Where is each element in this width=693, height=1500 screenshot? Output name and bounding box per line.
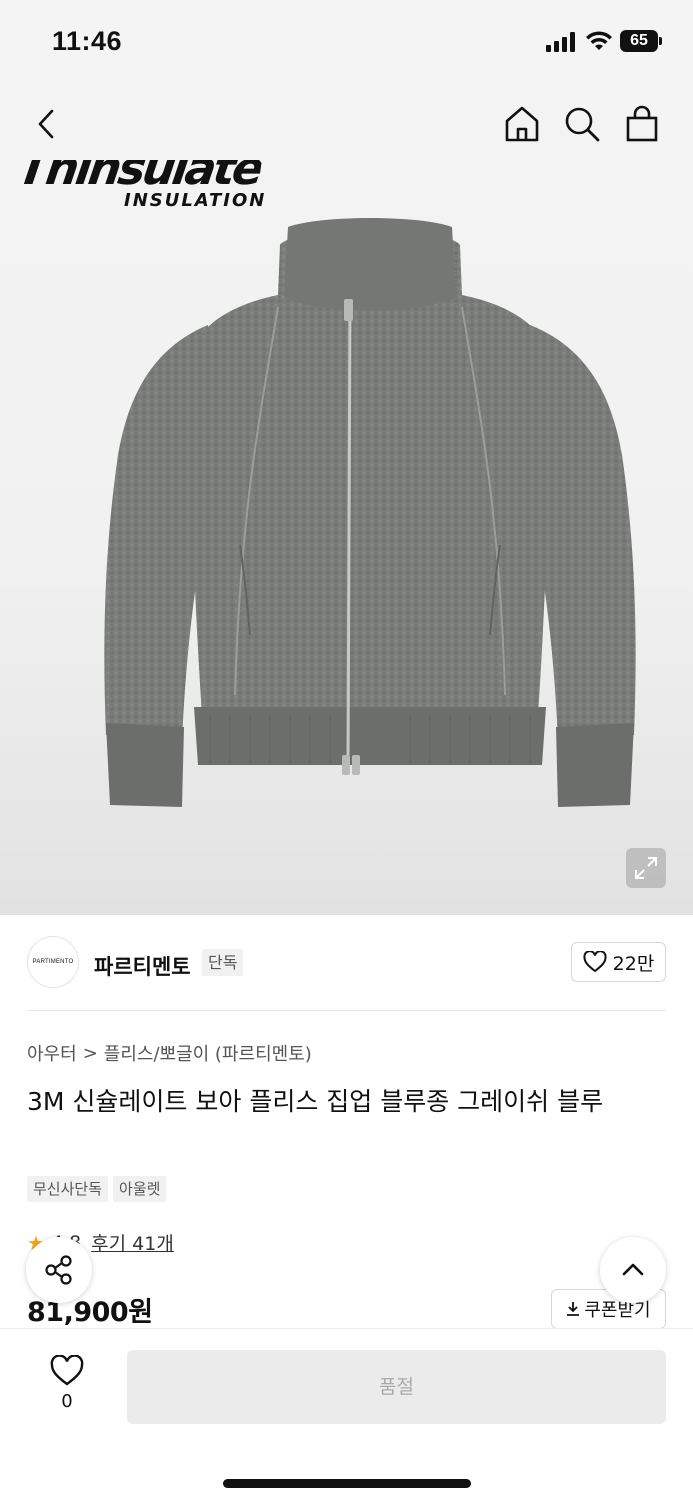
tag-row: 무신사단독 아울렛: [27, 1176, 167, 1202]
thinsulate-logo: Thinsulate: [14, 141, 265, 195]
product-photo-jacket: [104, 218, 636, 807]
battery-icon: 65: [620, 30, 658, 52]
wifi-icon: [586, 31, 612, 50]
product-image-area[interactable]: 11:46 65 Thinsulate INSULATION: [0, 0, 693, 915]
share-button[interactable]: [26, 1237, 92, 1303]
scroll-top-button[interactable]: [600, 1237, 666, 1303]
heart-icon: [50, 1355, 84, 1386]
home-indicator: [223, 1479, 471, 1488]
status-time: 11:46: [52, 26, 123, 56]
home-icon[interactable]: [500, 102, 544, 146]
battery-cap: [659, 37, 662, 45]
brand-row: PARTIMENTO 파르티멘토 단독 22만: [0, 915, 693, 1011]
brand-name[interactable]: 파르티멘토: [94, 951, 191, 981]
expand-icon: [635, 857, 657, 879]
brand-like-button[interactable]: 22만: [571, 942, 666, 982]
shopping-bag-icon[interactable]: [620, 102, 664, 146]
cellular-signal-icon: [546, 32, 575, 52]
insulation-logo-text: INSULATION: [124, 190, 267, 211]
soldout-button[interactable]: 품절: [127, 1350, 666, 1424]
heart-icon: [583, 951, 607, 973]
exclusive-badge: 단독: [202, 949, 244, 976]
bottom-action-bar: 0 품절: [0, 1328, 693, 1500]
wishlist-count: 0: [61, 1391, 73, 1412]
breadcrumb-subcategory[interactable]: 플리스/뽀글이 (파르티멘토): [104, 1040, 312, 1066]
breadcrumb-category[interactable]: 아우터: [27, 1040, 77, 1066]
chevron-up-icon: [622, 1263, 644, 1276]
brand-like-count: 22만: [612, 952, 655, 975]
tag-musinsa-exclusive: 무신사단독: [27, 1176, 109, 1202]
download-icon: [567, 1302, 580, 1316]
wishlist-button[interactable]: 0: [44, 1355, 90, 1417]
review-count-link[interactable]: 후기 41개: [91, 1229, 174, 1256]
status-bar: 11:46 65: [0, 0, 693, 84]
search-icon[interactable]: [560, 102, 604, 146]
share-icon: [45, 1255, 72, 1285]
divider: [27, 1010, 666, 1011]
product-title: 3M 신슐레이트 보아 플리스 집업 블루종 그레이쉬 블루: [27, 1087, 604, 1116]
breadcrumb: 아우터 > 플리스/뽀글이 (파르티멘토): [27, 1040, 312, 1066]
expand-image-button[interactable]: [626, 848, 666, 888]
brand-avatar[interactable]: PARTIMENTO: [27, 936, 79, 988]
brand-avatar-text: PARTIMENTO: [32, 959, 74, 965]
chevron-left-icon[interactable]: [26, 102, 70, 146]
breadcrumb-separator: >: [82, 1042, 98, 1064]
tag-outlet: 아울렛: [113, 1176, 167, 1202]
